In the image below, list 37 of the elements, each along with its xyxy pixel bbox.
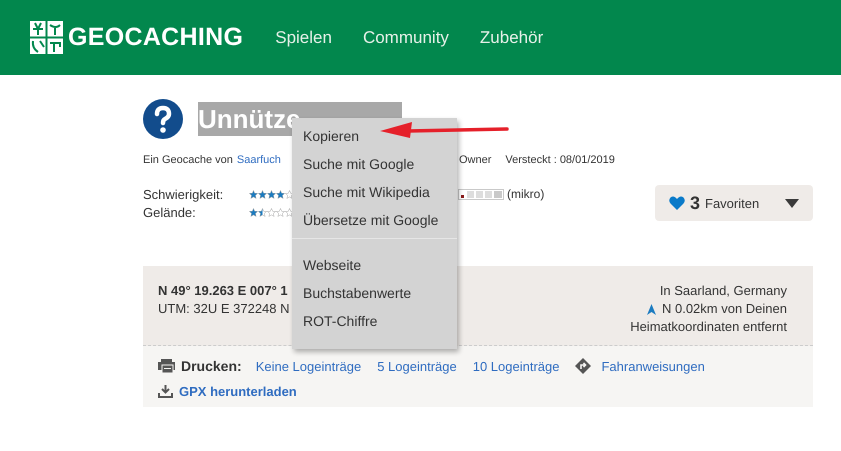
caret-icon <box>785 198 799 208</box>
menu-item[interactable]: Übersetze mit Google <box>292 206 450 234</box>
question-mark-icon <box>143 99 183 139</box>
printer-icon <box>158 359 175 373</box>
nav-link[interactable]: Spielen <box>275 28 332 48</box>
download-icon <box>158 385 173 398</box>
nav-link[interactable]: Zubehör <box>480 28 544 48</box>
region: In Saarland, Germany <box>660 282 787 300</box>
logo-wordmark[interactable]: GEOCACHING <box>68 23 244 52</box>
owner-link[interactable]: Saarfuch <box>236 154 281 166</box>
gpx-download-link[interactable]: GPX herunterladen <box>179 384 297 399</box>
coordinates: N 49° 19.263 E 007° 1 <box>158 282 289 300</box>
distance-note: Heimatkoordinaten entfernt <box>630 318 787 336</box>
menu-item[interactable]: Webseite <box>292 251 372 279</box>
size-label: (mikro) <box>507 187 544 201</box>
print-link[interactable]: 10 Logeinträge <box>472 358 560 374</box>
owner-role: Owner <box>459 154 492 166</box>
direction-arrow-icon <box>646 304 656 314</box>
menu-item[interactable]: Suche mit Google <box>292 150 426 178</box>
print-label: Drucken: <box>181 358 242 374</box>
heart-icon <box>669 196 685 210</box>
distance: N 0.02km von Deinen <box>662 300 787 318</box>
directions-icon <box>575 358 592 374</box>
nav-link[interactable]: Community <box>362 28 449 48</box>
menu-item[interactable]: Suche mit Wikipedia <box>292 178 441 206</box>
print-link[interactable]: 5 Logeinträge <box>377 358 457 374</box>
utm-coordinates: UTM: 32U E 372248 N <box>158 300 290 318</box>
owner-prefix: Ein Geocache von <box>143 154 233 166</box>
menu-item[interactable]: Buchstabenwerte <box>292 279 422 307</box>
rating-label: Schwierigkeit: <box>143 186 224 202</box>
directions-link[interactable]: Fahranweisungen <box>601 358 705 374</box>
hidden-date: Versteckt : 08/01/2019 <box>505 154 615 166</box>
logo-icon[interactable] <box>30 21 63 54</box>
favorites-button[interactable]: 3 Favoriten <box>655 185 813 221</box>
rating-label: Gelände: <box>143 204 197 220</box>
print-link[interactable]: Keine Logeinträge <box>256 358 362 374</box>
menu-item[interactable]: ROT-Chiffre <box>292 307 388 335</box>
